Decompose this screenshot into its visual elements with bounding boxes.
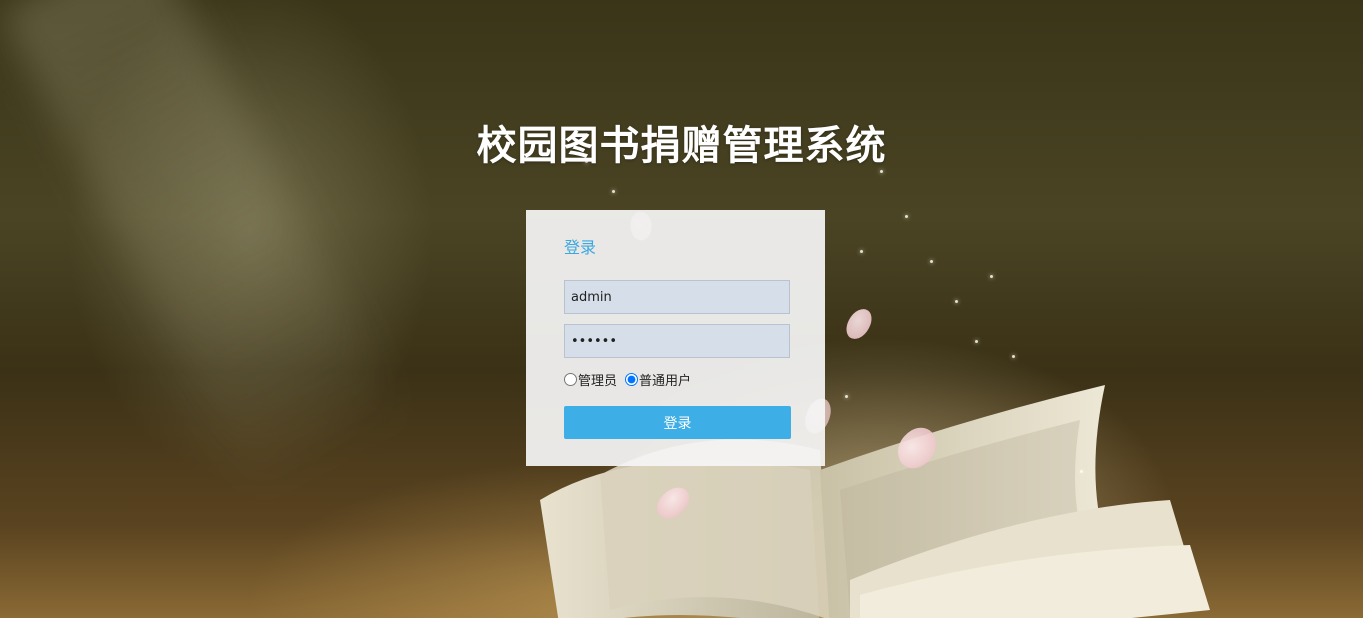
sparkle	[860, 250, 863, 253]
sparkle	[845, 395, 848, 398]
username-input[interactable]	[564, 280, 790, 314]
sparkle	[990, 275, 993, 278]
role-option-user[interactable]: 普通用户	[625, 370, 691, 389]
role-selector: 管理员 普通用户	[564, 370, 699, 389]
sparkle	[930, 260, 933, 263]
sparkle	[612, 190, 615, 193]
role-option-admin[interactable]: 管理员	[564, 370, 617, 389]
sparkle	[1080, 470, 1083, 473]
sparkle	[975, 340, 978, 343]
role-label-admin: 管理员	[578, 374, 618, 389]
light-beam	[0, 0, 412, 508]
sparkle	[1012, 355, 1015, 358]
role-radio-admin[interactable]	[564, 373, 577, 386]
petal	[843, 305, 875, 343]
role-radio-user[interactable]	[625, 373, 639, 386]
password-input[interactable]	[564, 324, 790, 358]
login-panel: 登录 管理员 普通用户 登录	[526, 210, 825, 466]
login-button[interactable]: 登录	[564, 406, 791, 439]
sparkle	[905, 215, 908, 218]
role-label-user: 普通用户	[639, 374, 692, 389]
page-title: 校园图书捐赠管理系统	[476, 123, 887, 169]
login-heading: 登录	[564, 238, 597, 257]
sparkle	[955, 300, 958, 303]
